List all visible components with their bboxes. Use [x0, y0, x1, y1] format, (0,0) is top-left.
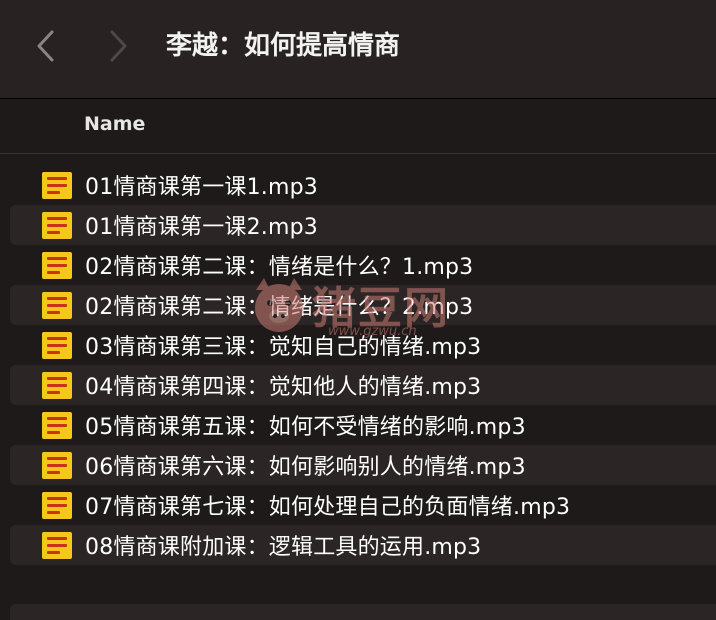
file-row[interactable]: 05情商课第五课：如何不受情绪的影响.mp3	[10, 405, 716, 445]
toolbar: 李越：如何提高情商	[0, 0, 716, 99]
file-row-empty	[10, 604, 716, 620]
file-row[interactable]: 06情商课第六课：如何影响别人的情绪.mp3	[10, 445, 716, 485]
pig-logo-icon	[255, 278, 303, 332]
audio-file-icon	[42, 491, 72, 519]
forward-button[interactable]	[100, 26, 136, 66]
audio-file-icon	[42, 211, 72, 239]
audio-file-icon	[42, 291, 72, 319]
chevron-left-icon	[37, 30, 54, 62]
audio-file-icon	[42, 411, 72, 439]
back-button[interactable]	[28, 26, 64, 66]
file-row[interactable]: 01情商课第一课1.mp3	[10, 165, 716, 205]
file-row[interactable]: 01情商课第一课2.mp3	[10, 205, 716, 245]
file-list: 01情商课第一课1.mp3 01情商课第一课2.mp3 02情商课第二课：情绪是…	[10, 165, 716, 565]
column-header-name[interactable]: Name	[84, 113, 145, 135]
file-name: 01情商课第一课2.mp3	[85, 215, 318, 240]
file-name: 01情商课第一课1.mp3	[85, 175, 318, 200]
watermark-url: www.gzwu.cn	[328, 324, 417, 339]
file-name: 06情商课第六课：如何影响别人的情绪.mp3	[85, 455, 526, 480]
file-name: 08情商课附加课：逻辑工具的运用.mp3	[85, 535, 482, 560]
audio-file-icon	[42, 171, 72, 199]
watermark: 猪豆网 www.gzwu.cn	[250, 270, 470, 350]
column-header: Name	[0, 99, 716, 154]
audio-file-icon	[42, 371, 72, 399]
file-row[interactable]: 07情商课第七课：如何处理自己的负面情绪.mp3	[10, 485, 716, 525]
audio-file-icon	[42, 531, 72, 559]
audio-file-icon	[42, 331, 72, 359]
file-name: 05情商课第五课：如何不受情绪的影响.mp3	[85, 415, 526, 440]
file-row[interactable]: 04情商课第四课：觉知他人的情绪.mp3	[10, 365, 716, 405]
file-name: 07情商课第七课：如何处理自己的负面情绪.mp3	[85, 495, 571, 520]
chevron-right-icon	[110, 30, 127, 62]
window-title: 李越：如何提高情商	[166, 31, 401, 61]
file-name: 04情商课第四课：觉知他人的情绪.mp3	[85, 375, 482, 400]
audio-file-icon	[42, 251, 72, 279]
audio-file-icon	[42, 451, 72, 479]
file-row[interactable]: 08情商课附加课：逻辑工具的运用.mp3	[10, 525, 716, 565]
